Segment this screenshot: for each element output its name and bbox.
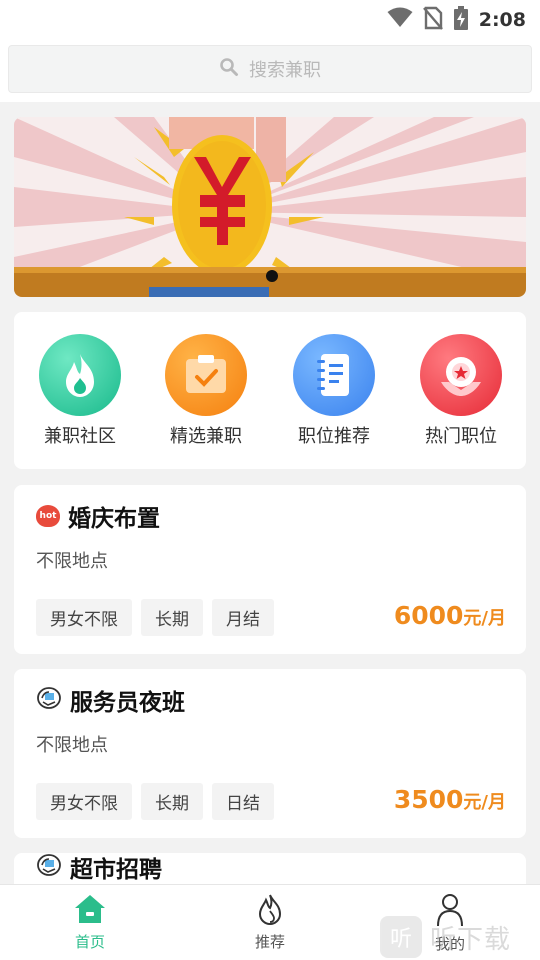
job-salary: 6000元/月 <box>394 601 506 630</box>
search-bar-container: 搜索兼职 <box>0 36 540 102</box>
no-sim-icon <box>422 6 443 34</box>
job-tag: 长期 <box>141 783 203 820</box>
award-icon <box>420 334 502 416</box>
home-icon <box>73 895 107 929</box>
salary-unit: 元/月 <box>463 792 506 813</box>
watermark: 听 听下载 <box>380 916 511 958</box>
job-tag: 月结 <box>212 599 274 636</box>
job-card[interactable]: hot 婚庆布置 不限地点 男女不限 长期 月结 6000元/月 <box>14 485 526 654</box>
wifi-icon <box>387 7 413 33</box>
flame-outline-icon <box>255 894 285 929</box>
job-card[interactable]: 服务员夜班 不限地点 男女不限 长期 日结 3500元/月 <box>14 669 526 838</box>
job-salary: 3500元/月 <box>394 785 506 814</box>
job-location: 不限地点 <box>36 551 108 572</box>
category-job-recommend[interactable]: 职位推荐 <box>274 334 394 448</box>
job-card[interactable]: 超市招聘 <box>14 853 526 884</box>
clipboard-check-icon <box>165 334 247 416</box>
job-title: 超市招聘 <box>70 857 162 883</box>
watermark-text: 听下载 <box>430 924 512 955</box>
flame-icon <box>39 334 121 416</box>
banner-indicator-dot[interactable] <box>266 270 278 282</box>
watermark-logo: 听 <box>380 916 422 958</box>
job-tag: 男女不限 <box>36 783 132 820</box>
hand-icon <box>36 686 62 714</box>
hot-icon: hot <box>36 505 60 527</box>
category-part-time-community[interactable]: 兼职社区 <box>20 334 140 448</box>
notebook-icon <box>293 334 375 416</box>
category-grid: 兼职社区 精选兼职 职位推荐 热门职位 <box>14 312 526 469</box>
category-label: 职位推荐 <box>298 426 370 447</box>
search-placeholder: 搜索兼职 <box>249 60 321 81</box>
job-title: 婚庆布置 <box>68 506 160 532</box>
status-time: 2:08 <box>478 9 526 31</box>
nav-home[interactable]: 首页 <box>40 893 140 952</box>
category-label: 兼职社区 <box>44 426 116 447</box>
salary-unit: 元/月 <box>463 608 506 629</box>
search-input[interactable]: 搜索兼职 <box>8 45 532 93</box>
status-bar: 2:08 <box>0 0 540 36</box>
job-tag: 长期 <box>141 599 203 636</box>
job-title: 服务员夜班 <box>70 690 185 716</box>
job-tag: 男女不限 <box>36 599 132 636</box>
category-label: 精选兼职 <box>170 426 242 447</box>
job-tag: 日结 <box>212 783 274 820</box>
search-icon <box>219 57 239 81</box>
job-location: 不限地点 <box>36 735 108 756</box>
promo-banner[interactable] <box>14 117 526 297</box>
salary-amount: 3500 <box>393 785 464 814</box>
battery-charging-icon <box>453 6 469 34</box>
nav-recommend[interactable]: 推荐 <box>220 893 320 952</box>
category-featured-jobs[interactable]: 精选兼职 <box>146 334 266 448</box>
category-hot-jobs[interactable]: 热门职位 <box>401 334 521 448</box>
salary-amount: 6000 <box>393 601 464 630</box>
nav-label: 推荐 <box>254 933 285 951</box>
nav-label: 首页 <box>74 933 105 951</box>
hand-icon <box>36 853 62 881</box>
category-label: 热门职位 <box>425 426 497 447</box>
